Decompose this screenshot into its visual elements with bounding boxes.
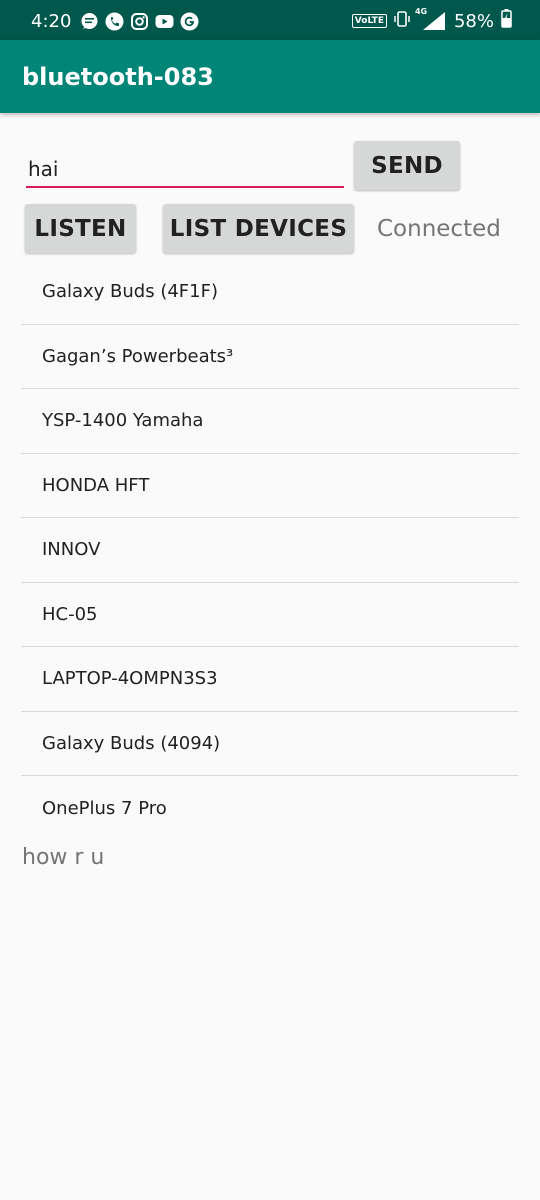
app-title: bluetooth-083: [22, 63, 214, 91]
received-message: how r u: [22, 845, 105, 870]
notification-icons: [80, 12, 199, 31]
youtube-icon: [155, 12, 174, 31]
device-item[interactable]: Galaxy Buds (4F1F): [21, 260, 519, 325]
connection-status: Connected: [377, 216, 501, 242]
google-icon: [180, 12, 199, 31]
vibrate-icon: [394, 10, 410, 33]
list-devices-button[interactable]: LIST DEVICES: [163, 204, 354, 253]
device-item[interactable]: Gagan’s Powerbeats³: [21, 325, 519, 389]
device-item[interactable]: YSP-1400 Yamaha: [21, 389, 519, 454]
device-item[interactable]: HC-05: [21, 583, 519, 647]
device-item[interactable]: Galaxy Buds (4094): [21, 712, 519, 776]
network-type-label: 4G: [414, 7, 428, 16]
device-item[interactable]: INNOV: [21, 518, 519, 583]
status-time: 4:20: [31, 11, 72, 32]
instagram-icon: [130, 12, 149, 31]
status-right-cluster: VoLTE 4G 58%: [351, 7, 512, 33]
status-bar: 4:20 VoLTE 4G 58%: [0, 0, 540, 40]
device-item[interactable]: HONDA HFT: [21, 454, 519, 518]
listen-button[interactable]: LISTEN: [25, 204, 136, 253]
device-list: Galaxy Buds (4F1F) Gagan’s Powerbeats³ Y…: [21, 260, 519, 841]
device-item[interactable]: LAPTOP-4OMPN3S3: [21, 647, 519, 712]
device-item[interactable]: OnePlus 7 Pro: [21, 776, 519, 841]
network-signal: 4G: [415, 7, 447, 31]
messages-icon: [80, 12, 99, 31]
phone-icon: [105, 12, 124, 31]
send-button[interactable]: SEND: [354, 141, 460, 190]
battery-icon: [501, 9, 512, 33]
volte-badge: VoLTE: [351, 14, 387, 28]
message-input[interactable]: [26, 152, 344, 188]
battery-percent: 58%: [453, 10, 494, 32]
app-bar: bluetooth-083: [0, 40, 540, 113]
